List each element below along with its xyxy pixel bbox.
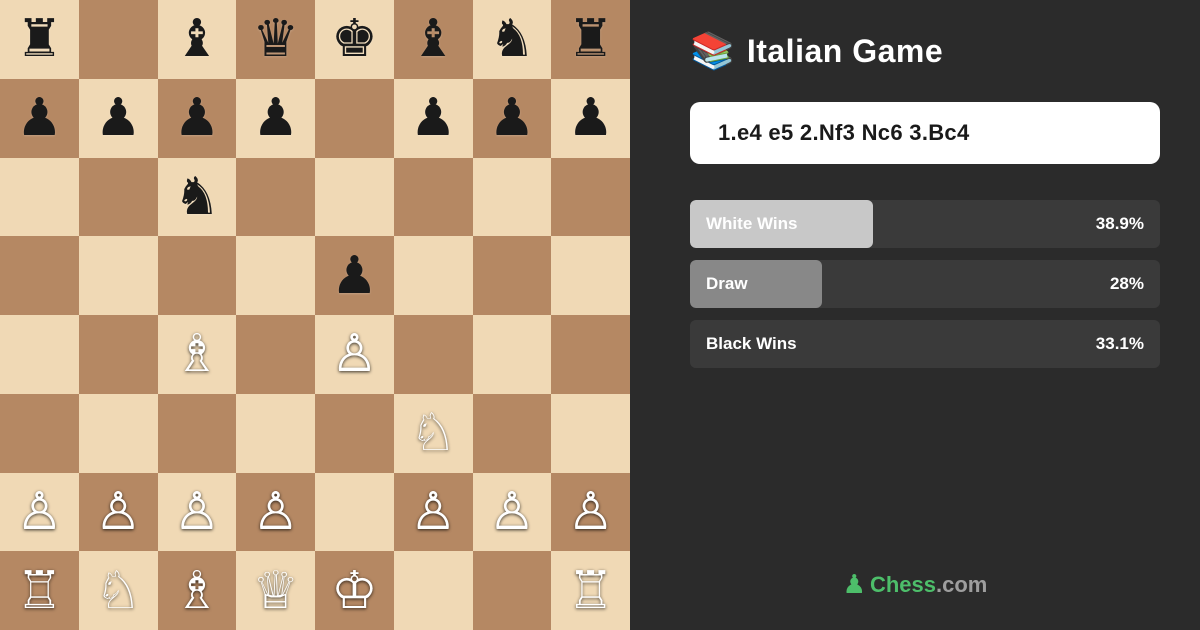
chess-square — [79, 0, 158, 79]
chess-square — [79, 394, 158, 473]
moves-box: 1.e4 e5 2.Nf3 Nc6 3.Bc4 — [690, 102, 1160, 164]
stat-pct-black-wins: 33.1% — [1096, 334, 1144, 354]
chess-square: ♙ — [236, 473, 315, 552]
chess-square — [0, 236, 79, 315]
chess-square: ♙ — [0, 473, 79, 552]
chess-square — [236, 394, 315, 473]
chess-square — [394, 551, 473, 630]
stat-row-white-wins: White Wins 38.9% — [690, 200, 1160, 248]
chess-square: ♟ — [158, 79, 237, 158]
chess-square: ♙ — [315, 315, 394, 394]
chess-square — [394, 315, 473, 394]
chess-square — [551, 394, 630, 473]
chess-square — [158, 394, 237, 473]
chess-square: ♚ — [315, 0, 394, 79]
chess-square: ♙ — [158, 473, 237, 552]
stat-label-black-wins: Black Wins — [706, 334, 797, 354]
chess-square: ♟ — [394, 79, 473, 158]
chess-square: ♛ — [236, 0, 315, 79]
chess-logo: ♟ Chess.com — [843, 569, 988, 600]
opening-header: 📚 Italian Game — [690, 30, 943, 72]
chess-square: ♟ — [0, 79, 79, 158]
chess-square — [79, 236, 158, 315]
chess-square — [0, 315, 79, 394]
chess-square — [551, 315, 630, 394]
chess-logo-text: Chess.com — [870, 572, 987, 598]
chess-square — [473, 158, 552, 237]
chess-square: ♞ — [158, 158, 237, 237]
stat-pct-white-wins: 38.9% — [1096, 214, 1144, 234]
chess-square: ♙ — [79, 473, 158, 552]
chess-square — [473, 315, 552, 394]
chess-square — [551, 236, 630, 315]
chess-square — [236, 236, 315, 315]
chess-square: ♙ — [473, 473, 552, 552]
chess-square — [315, 79, 394, 158]
chess-square — [473, 236, 552, 315]
chess-square — [79, 315, 158, 394]
stat-label-draw: Draw — [706, 274, 748, 294]
chess-square — [0, 158, 79, 237]
logo-chess: Chess — [870, 572, 936, 597]
chess-square — [236, 158, 315, 237]
info-panel: 📚 Italian Game 1.e4 e5 2.Nf3 Nc6 3.Bc4 W… — [630, 0, 1200, 630]
chess-board-container: ♜♝♛♚♝♞♜♟♟♟♟♟♟♟♞♟♗♙♘♙♙♙♙♙♙♙♖♘♗♕♔♖ — [0, 0, 630, 630]
logo-dot-com: .com — [936, 572, 987, 597]
chess-square: ♜ — [0, 0, 79, 79]
stat-pct-draw: 28% — [1110, 274, 1144, 294]
moves-text: 1.e4 e5 2.Nf3 Nc6 3.Bc4 — [718, 120, 970, 145]
chess-square: ♗ — [158, 315, 237, 394]
chess-square: ♕ — [236, 551, 315, 630]
chess-square: ♖ — [551, 551, 630, 630]
chess-square — [394, 158, 473, 237]
chess-square — [79, 158, 158, 237]
chess-square: ♟ — [473, 79, 552, 158]
stat-row-draw: Draw 28% — [690, 260, 1160, 308]
chess-square: ♟ — [315, 236, 394, 315]
book-icon: 📚 — [690, 30, 735, 72]
chess-square: ♘ — [79, 551, 158, 630]
chess-square: ♝ — [394, 0, 473, 79]
chess-square — [315, 473, 394, 552]
chess-logo-icon: ♟ — [843, 569, 866, 600]
chess-square: ♟ — [236, 79, 315, 158]
chess-square: ♗ — [158, 551, 237, 630]
chess-square — [315, 394, 394, 473]
chess-square: ♟ — [551, 79, 630, 158]
chess-square: ♙ — [551, 473, 630, 552]
chess-square: ♘ — [394, 394, 473, 473]
chess-square — [473, 394, 552, 473]
chess-square: ♟ — [79, 79, 158, 158]
chess-square: ♙ — [394, 473, 473, 552]
chess-square — [473, 551, 552, 630]
chess-square: ♝ — [158, 0, 237, 79]
chess-square — [158, 236, 237, 315]
stat-label-white-wins: White Wins — [706, 214, 797, 234]
stat-row-black-wins: Black Wins 33.1% — [690, 320, 1160, 368]
chess-square — [551, 158, 630, 237]
chess-square: ♔ — [315, 551, 394, 630]
chess-square: ♞ — [473, 0, 552, 79]
chess-square: ♜ — [551, 0, 630, 79]
chess-square — [394, 236, 473, 315]
opening-title: Italian Game — [747, 33, 943, 70]
chess-square: ♖ — [0, 551, 79, 630]
stats-container: White Wins 38.9% Draw 28% Black Wins 33.1% — [690, 200, 1160, 368]
chess-square — [315, 158, 394, 237]
chess-square — [0, 394, 79, 473]
chess-square — [236, 315, 315, 394]
chess-board: ♜♝♛♚♝♞♜♟♟♟♟♟♟♟♞♟♗♙♘♙♙♙♙♙♙♙♖♘♗♕♔♖ — [0, 0, 630, 630]
